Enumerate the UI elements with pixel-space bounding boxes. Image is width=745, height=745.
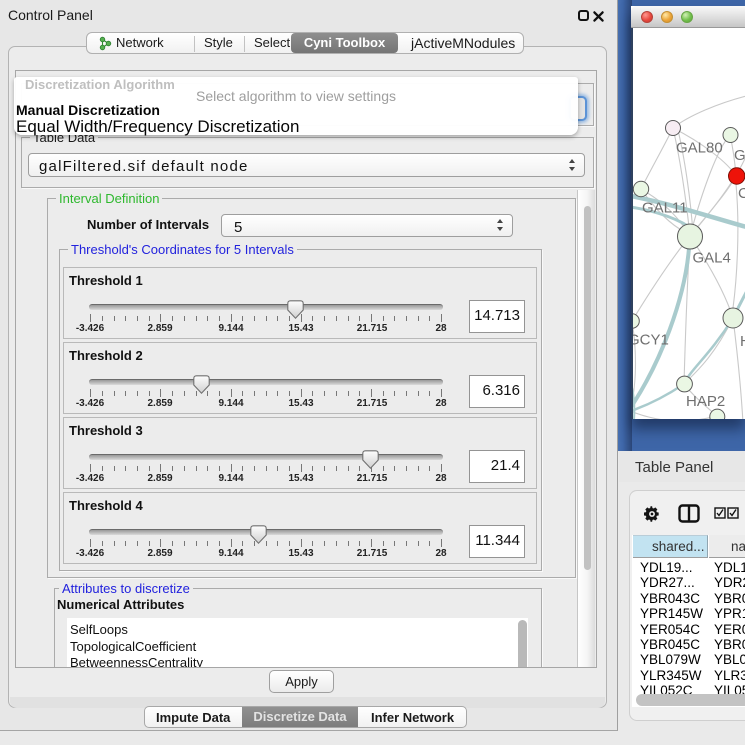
- svg-text:GCY1: GCY1: [633, 332, 669, 349]
- svg-text:GAL11: GAL11: [642, 200, 688, 217]
- svg-text:GA: GA: [734, 147, 745, 164]
- svg-text:GAL80: GAL80: [676, 140, 723, 157]
- svg-text:GAL4: GAL4: [693, 250, 731, 267]
- svg-text:H: H: [740, 333, 745, 350]
- svg-text:HAP2: HAP2: [686, 393, 725, 410]
- svg-text:C: C: [738, 185, 745, 202]
